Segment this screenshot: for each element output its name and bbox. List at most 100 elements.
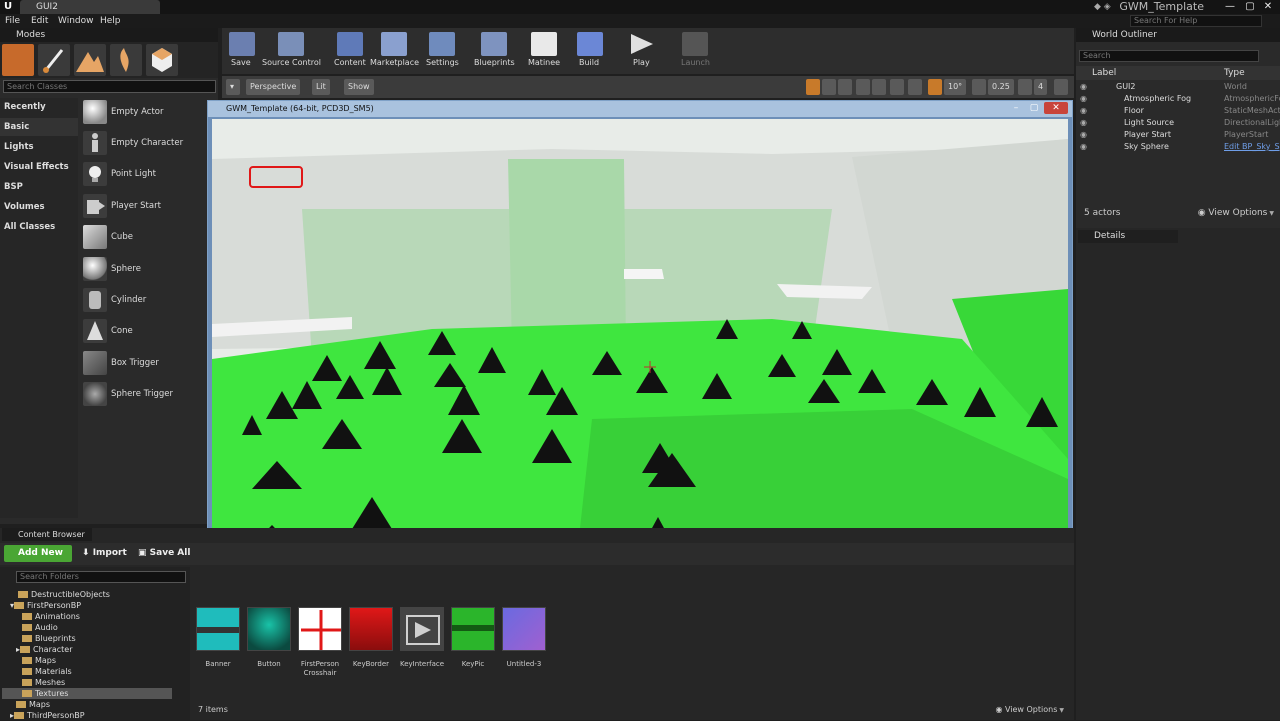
perspective-button[interactable]: Perspective: [246, 79, 301, 95]
item-cube[interactable]: Cube: [80, 223, 218, 253]
place-mode-icon[interactable]: [2, 44, 34, 76]
category-recently-placed[interactable]: Recently Placed: [0, 98, 78, 130]
maximize-button[interactable]: ▢: [1240, 0, 1260, 14]
help-search-input[interactable]: Search For Help: [1130, 15, 1262, 27]
outliner-row[interactable]: ◉Light SourceDirectionalLight: [1076, 117, 1280, 129]
build-button[interactable]: Build: [577, 28, 603, 74]
menu-window[interactable]: Window: [58, 14, 94, 28]
asset-tile[interactable]: KeyInterface: [400, 607, 446, 669]
search-folders-input[interactable]: Search Folders: [16, 571, 186, 583]
category-bsp[interactable]: BSP: [0, 178, 78, 196]
angle-snap-value[interactable]: 10°: [944, 79, 967, 95]
category-basic[interactable]: Basic: [0, 118, 78, 136]
category-all-classes[interactable]: All Classes: [0, 218, 78, 236]
search-classes-input[interactable]: Search Classes: [3, 80, 216, 93]
visibility-eye-icon[interactable]: ◉: [1080, 129, 1087, 141]
folder-item[interactable]: DestructibleObjects: [18, 589, 110, 600]
item-player-start[interactable]: Player Start: [80, 192, 218, 222]
settings-button[interactable]: Settings: [426, 28, 459, 74]
outliner-row[interactable]: ◉ GUI2 World: [1076, 81, 1280, 93]
maximize-viewport-icon[interactable]: [1054, 79, 1068, 95]
landscape-mode-icon[interactable]: [74, 44, 106, 76]
unreal-logo-icon[interactable]: U: [2, 1, 14, 13]
viewport-options-dropdown[interactable]: ▾: [226, 79, 240, 95]
asset-tile[interactable]: FirstPerson Crosshair: [298, 607, 344, 678]
asset-tile[interactable]: KeyBorder: [349, 607, 395, 669]
asset-tile[interactable]: Button: [247, 607, 293, 669]
details-tab[interactable]: Details: [1078, 230, 1178, 243]
outliner-row[interactable]: ◉FloorStaticMeshActor: [1076, 105, 1280, 117]
menu-edit[interactable]: Edit: [31, 14, 48, 28]
camera-speed-value[interactable]: 4: [1034, 79, 1048, 95]
outliner-view-options-button[interactable]: ◉ View Options ▼: [1198, 208, 1274, 218]
folder-item[interactable]: Animations: [22, 611, 80, 622]
folder-item[interactable]: ▸ ThirdPersonBP: [10, 710, 85, 721]
asset-tile[interactable]: Banner: [196, 607, 242, 669]
type-column-header[interactable]: Type: [1224, 66, 1245, 80]
launch-button[interactable]: Launch: [680, 28, 710, 74]
minimize-button[interactable]: —: [1220, 0, 1240, 14]
scale-icon[interactable]: [838, 79, 852, 95]
outliner-row[interactable]: ◉Atmospheric FogAtmosphericFog: [1076, 93, 1280, 105]
close-button[interactable]: ✕: [1258, 0, 1278, 14]
foliage-mode-icon[interactable]: [110, 44, 142, 76]
category-visual-effects[interactable]: Visual Effects: [0, 158, 78, 176]
item-cylinder[interactable]: Cylinder: [80, 286, 218, 316]
visibility-eye-icon[interactable]: ◉: [1080, 141, 1087, 153]
game-close-button[interactable]: ✕: [1044, 102, 1068, 114]
label-column-header[interactable]: Label: [1092, 66, 1116, 80]
import-button[interactable]: ⬇ Import: [82, 545, 127, 562]
world-outliner-tab[interactable]: World Outliner: [1076, 28, 1280, 42]
asset-tile[interactable]: Untitled-3: [502, 607, 548, 669]
notification-icons[interactable]: ◆ ◈: [1094, 2, 1111, 12]
marketplace-button[interactable]: Marketplace: [370, 28, 419, 74]
modes-tab[interactable]: Modes: [0, 28, 218, 42]
translate-icon[interactable]: [806, 79, 820, 95]
source-control-button[interactable]: Source Control: [262, 28, 321, 74]
item-cone[interactable]: Cone: [80, 317, 218, 347]
folder-item[interactable]: Maps: [22, 655, 56, 666]
content-browser-tab[interactable]: Content Browser: [2, 528, 92, 541]
visibility-eye-icon[interactable]: ◉: [1080, 93, 1087, 105]
folder-item-selected[interactable]: Textures: [2, 688, 172, 699]
folder-item[interactable]: ▸ Character: [16, 644, 73, 655]
folder-item[interactable]: Audio: [22, 622, 58, 633]
item-sphere[interactable]: Sphere: [80, 255, 218, 285]
content-button[interactable]: Content: [334, 28, 366, 74]
geometry-mode-icon[interactable]: [146, 44, 178, 76]
item-box-trigger[interactable]: Box Trigger: [80, 349, 218, 379]
save-button[interactable]: Save: [228, 28, 256, 74]
level-tab[interactable]: GUI2: [20, 0, 160, 14]
item-point-light[interactable]: Point Light: [80, 160, 218, 190]
outliner-search-input[interactable]: Search: [1079, 50, 1259, 62]
item-empty-actor[interactable]: Empty Actor: [80, 98, 218, 128]
play-button[interactable]: Play: [630, 28, 654, 74]
matinee-button[interactable]: Matinee: [528, 28, 560, 74]
rotate-icon[interactable]: [822, 79, 836, 95]
scale-snap-value[interactable]: 0.25: [988, 79, 1014, 95]
item-empty-character[interactable]: Empty Character: [80, 129, 218, 159]
game-minimize-button[interactable]: –: [1008, 102, 1024, 114]
world-local-icon[interactable]: [856, 79, 870, 95]
grid-size-button[interactable]: [908, 79, 922, 95]
menu-help[interactable]: Help: [100, 14, 121, 28]
category-lights[interactable]: Lights: [0, 138, 78, 156]
edit-blueprint-link[interactable]: Edit BP_Sky_S: [1224, 141, 1280, 153]
grid-snap-icon[interactable]: [890, 79, 904, 95]
paint-mode-icon[interactable]: [38, 44, 70, 76]
menu-file[interactable]: File: [5, 14, 20, 28]
folder-item[interactable]: Blueprints: [22, 633, 76, 644]
camera-speed-icon[interactable]: [1018, 79, 1032, 95]
angle-snap-icon[interactable]: [928, 79, 942, 95]
asset-tile[interactable]: KeyPic: [451, 607, 497, 669]
folder-item[interactable]: Meshes: [22, 677, 65, 688]
surface-snap-icon[interactable]: [872, 79, 886, 95]
scale-snap-icon[interactable]: [972, 79, 986, 95]
game-maximize-button[interactable]: ▢: [1026, 102, 1042, 114]
folder-item[interactable]: Maps: [16, 699, 50, 710]
item-sphere-trigger[interactable]: Sphere Trigger: [80, 380, 218, 410]
visibility-eye-icon[interactable]: ◉: [1080, 81, 1087, 93]
folder-item[interactable]: ▾ FirstPersonBP: [10, 600, 81, 611]
category-volumes[interactable]: Volumes: [0, 198, 78, 216]
visibility-eye-icon[interactable]: ◉: [1080, 117, 1087, 129]
